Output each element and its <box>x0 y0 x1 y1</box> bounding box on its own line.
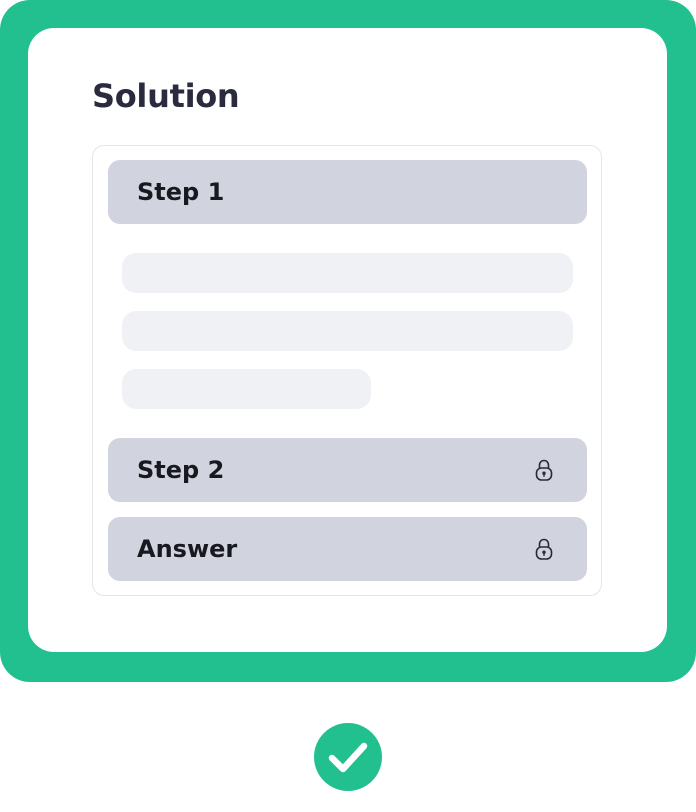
content-placeholder-line-3 <box>122 369 371 409</box>
step-1-label: Step 1 <box>137 178 225 206</box>
content-placeholder-line-1 <box>122 253 573 293</box>
lock-icon <box>535 459 553 481</box>
step-1-header[interactable]: Step 1 <box>108 160 587 224</box>
checkmark-circle-icon <box>314 723 382 791</box>
answer-label: Answer <box>137 535 238 563</box>
content-placeholder-line-2 <box>122 311 573 351</box>
answer-header[interactable]: Answer <box>108 517 587 581</box>
step-2-header[interactable]: Step 2 <box>108 438 587 502</box>
step-2-label: Step 2 <box>137 456 225 484</box>
solution-title: Solution <box>92 77 240 115</box>
lock-icon <box>535 538 553 560</box>
